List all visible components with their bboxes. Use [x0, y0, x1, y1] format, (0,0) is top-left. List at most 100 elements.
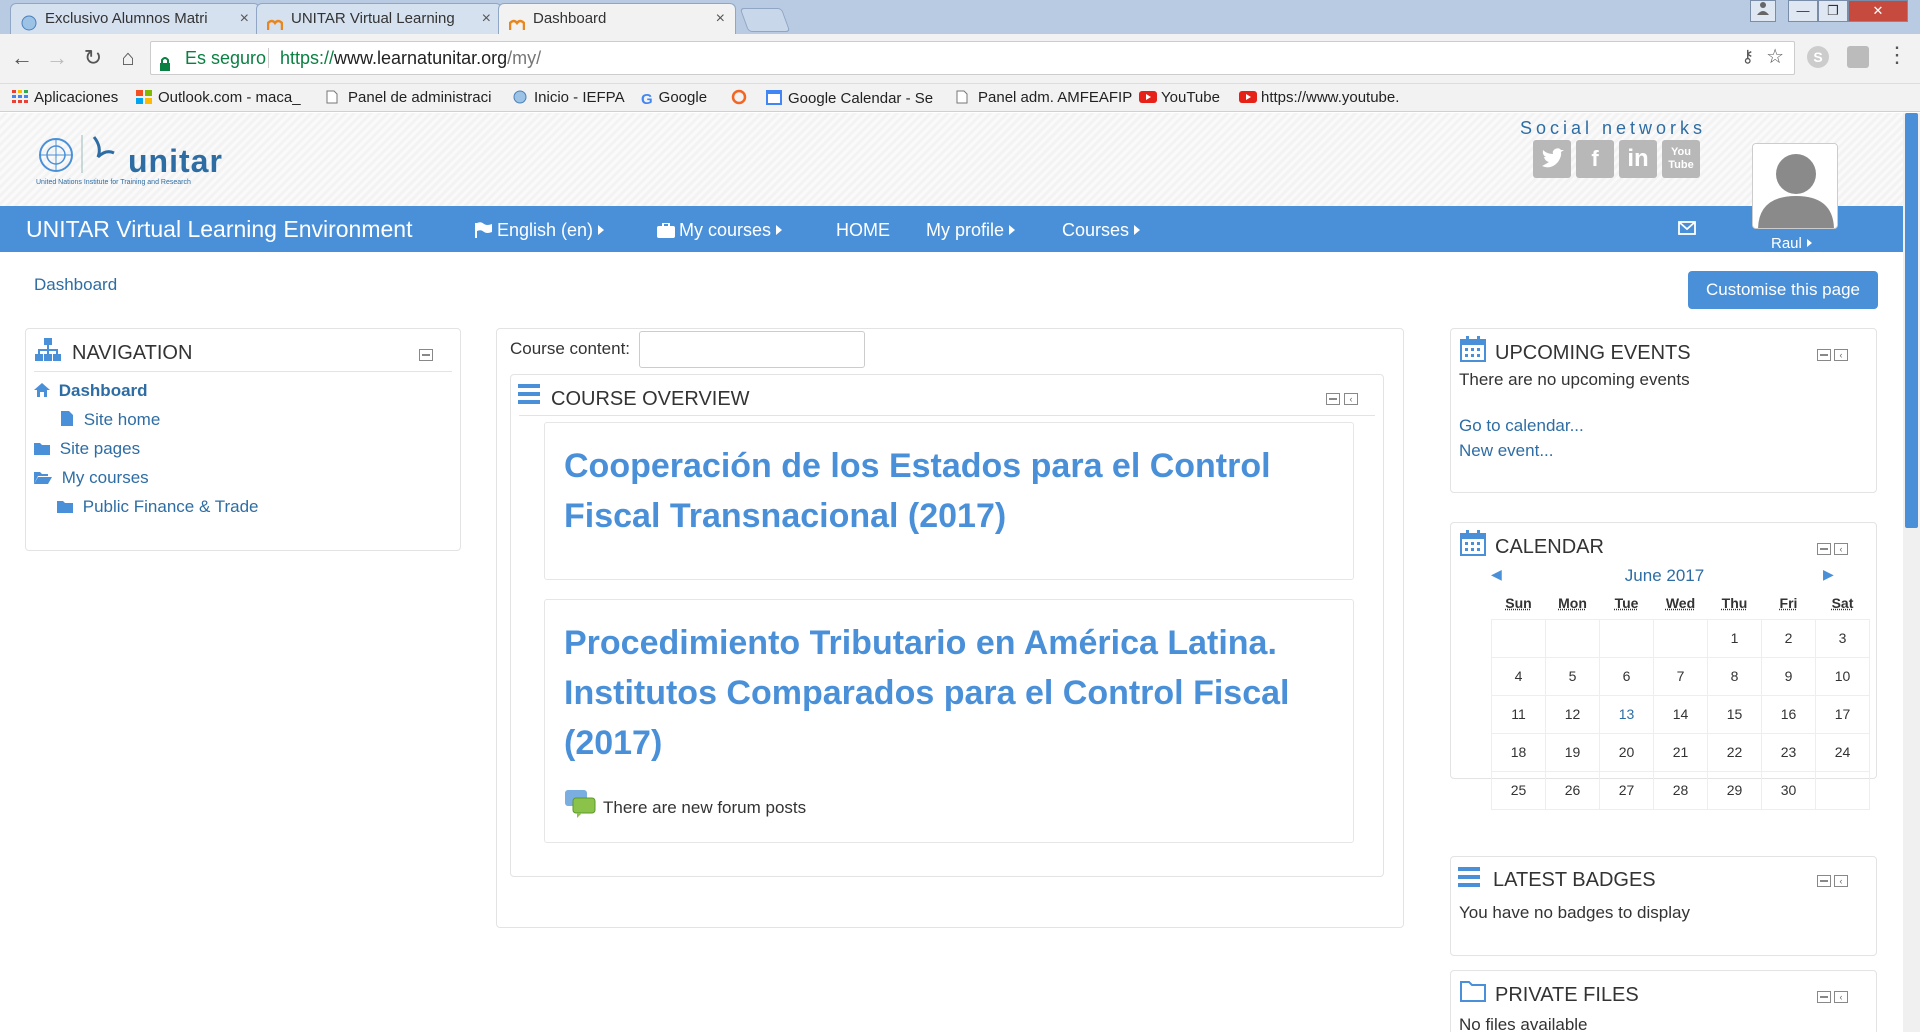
customise-page-button[interactable]: Customise this page: [1688, 271, 1878, 309]
site-name[interactable]: UNITAR Virtual Learning Environment: [26, 216, 413, 243]
bookmark-orange[interactable]: [731, 89, 753, 107]
collapse-icon[interactable]: [419, 349, 433, 361]
course-title-link[interactable]: Cooperación de los Estados para el Contr…: [564, 441, 1271, 541]
courses-menu[interactable]: Courses: [1062, 220, 1141, 241]
divider: [519, 415, 1375, 416]
main-navbar: UNITAR Virtual Learning Environment Engl…: [0, 206, 1903, 252]
dock-icon[interactable]: ‹: [1344, 393, 1358, 405]
my-profile-menu[interactable]: My profile: [926, 220, 1016, 241]
bookmark-apps[interactable]: Aplicaciones: [12, 89, 118, 107]
browser-toolbar: ← → ↻ ⌂ Es seguro https://www.learnatuni…: [0, 34, 1920, 84]
divider: [34, 371, 452, 372]
bookmark-google[interactable]: G Google: [641, 89, 707, 107]
user-profile-icon[interactable]: [1750, 0, 1776, 22]
bookmark-youtube-url[interactable]: https://www.youtube.: [1239, 89, 1409, 107]
course-overview-title: COURSE OVERVIEW: [551, 388, 750, 410]
course-content-input[interactable]: [639, 331, 865, 368]
forward-icon[interactable]: →: [43, 44, 71, 72]
calendar-day: 24: [1815, 732, 1870, 772]
nav-item-my-courses[interactable]: My courses: [34, 468, 149, 488]
user-avatar[interactable]: [1752, 143, 1838, 229]
nav-item-site-pages[interactable]: Site pages: [34, 439, 140, 459]
home-icon: [34, 381, 59, 400]
nav-item-dashboard[interactable]: Dashboard: [34, 381, 148, 401]
nav-item-public-finance[interactable]: Public Finance & Trade: [57, 497, 259, 517]
youtube-icon[interactable]: You Tube: [1662, 140, 1700, 178]
dock-icon[interactable]: ‹: [1834, 991, 1848, 1003]
go-to-calendar-link[interactable]: Go to calendar...: [1459, 416, 1584, 436]
moodle-icon: [266, 12, 284, 30]
maximize-icon[interactable]: ❐: [1818, 0, 1848, 22]
collapse-icon[interactable]: [1817, 875, 1831, 887]
weekday-header: Wed: [1665, 594, 1696, 611]
calendar-empty-cell: [1599, 618, 1654, 658]
browser-tab[interactable]: Exclusivo Alumnos Matri ×: [10, 3, 260, 34]
minimize-icon[interactable]: —: [1788, 0, 1818, 22]
collapse-icon[interactable]: [1817, 543, 1831, 555]
no-files-text: No files available: [1459, 1015, 1588, 1032]
scrollbar-thumb[interactable]: [1905, 113, 1918, 528]
bookmark-outlook[interactable]: Outlook.com - maca_: [136, 89, 308, 107]
browser-tab[interactable]: UNITAR Virtual Learning ×: [256, 3, 502, 34]
back-icon[interactable]: ←: [8, 44, 36, 72]
address-bar[interactable]: Es seguro https://www.learnatunitar.org/…: [150, 41, 1795, 75]
dock-icon[interactable]: ‹: [1834, 875, 1848, 887]
calendar-month-label[interactable]: June 2017: [1451, 566, 1878, 586]
user-silhouette-icon: [1753, 144, 1837, 228]
forum-note[interactable]: There are new forum posts: [603, 798, 806, 818]
skype-extension-icon[interactable]: S: [1807, 46, 1829, 68]
reload-icon[interactable]: ↻: [79, 44, 107, 72]
messages-envelope-icon[interactable]: [1678, 221, 1696, 240]
upcoming-events-block: UPCOMING EVENTS ‹ There are no upcoming …: [1450, 328, 1877, 493]
list-icon: [1458, 867, 1480, 892]
home-link[interactable]: HOME: [836, 220, 890, 241]
new-tab-button[interactable]: [739, 8, 791, 32]
collapse-icon[interactable]: [1817, 991, 1831, 1003]
private-files-title: PRIVATE FILES: [1495, 984, 1639, 1006]
calendar-day: 14: [1653, 694, 1708, 734]
twitter-icon[interactable]: [1533, 140, 1571, 178]
user-menu[interactable]: Raul: [1771, 235, 1812, 252]
bookmark-youtube[interactable]: YouTube: [1139, 89, 1220, 107]
bookmark-google-calendar[interactable]: Google Calendar - Se: [766, 89, 938, 107]
star-icon[interactable]: ☆: [1766, 41, 1784, 73]
puzzle-extension-icon[interactable]: [1847, 46, 1869, 68]
collapse-icon[interactable]: [1817, 349, 1831, 361]
briefcase-icon: [657, 222, 675, 238]
bookmark-iefpa[interactable]: Inicio - IEFPA: [512, 89, 625, 107]
facebook-icon[interactable]: f: [1576, 140, 1614, 178]
course-title-link[interactable]: Procedimiento Tributario en América Lati…: [564, 618, 1289, 768]
dock-icon[interactable]: ‹: [1834, 349, 1848, 361]
lock-icon: [159, 50, 171, 82]
windows-logo-icon: [136, 90, 152, 104]
my-courses-menu[interactable]: My courses: [657, 220, 783, 241]
close-icon[interactable]: ×: [240, 4, 249, 34]
nav-item-site-home[interactable]: Site home: [61, 410, 160, 430]
browser-tab-active[interactable]: Dashboard ×: [498, 3, 736, 34]
home-icon[interactable]: ⌂: [114, 44, 142, 72]
secure-label: Es seguro: [185, 48, 267, 68]
close-icon[interactable]: ×: [482, 4, 491, 34]
breadcrumb[interactable]: Dashboard: [34, 275, 117, 295]
menu-icon[interactable]: ⋮: [1886, 42, 1908, 68]
close-window-icon[interactable]: ✕: [1848, 0, 1908, 22]
next-month-icon[interactable]: ▶: [1823, 566, 1834, 583]
flag-icon: [475, 222, 492, 238]
bookmark-amfeafip[interactable]: Panel adm. AMFEAFIP: [956, 89, 1132, 107]
page-scrollbar[interactable]: [1903, 113, 1920, 1032]
course-card: Procedimiento Tributario en América Lati…: [544, 599, 1354, 843]
close-icon[interactable]: ×: [716, 4, 725, 34]
language-menu[interactable]: English (en): [475, 220, 605, 241]
calendar-day: 15: [1707, 694, 1762, 734]
youtube-icon: [1139, 90, 1157, 104]
unitar-logo[interactable]: unitar United Nations Institute for Trai…: [36, 133, 236, 191]
calendar-day-today[interactable]: 13: [1599, 694, 1654, 734]
new-event-link[interactable]: New event...: [1459, 441, 1554, 461]
key-icon[interactable]: ⚷: [1742, 41, 1754, 73]
collapse-icon[interactable]: [1326, 393, 1340, 405]
calendar-day: 30: [1761, 770, 1816, 810]
dock-icon[interactable]: ‹: [1834, 543, 1848, 555]
bookmark-panel-admin[interactable]: Panel de administraci: [326, 89, 496, 107]
folder-icon: [57, 497, 83, 516]
linkedin-icon[interactable]: in: [1619, 140, 1657, 178]
